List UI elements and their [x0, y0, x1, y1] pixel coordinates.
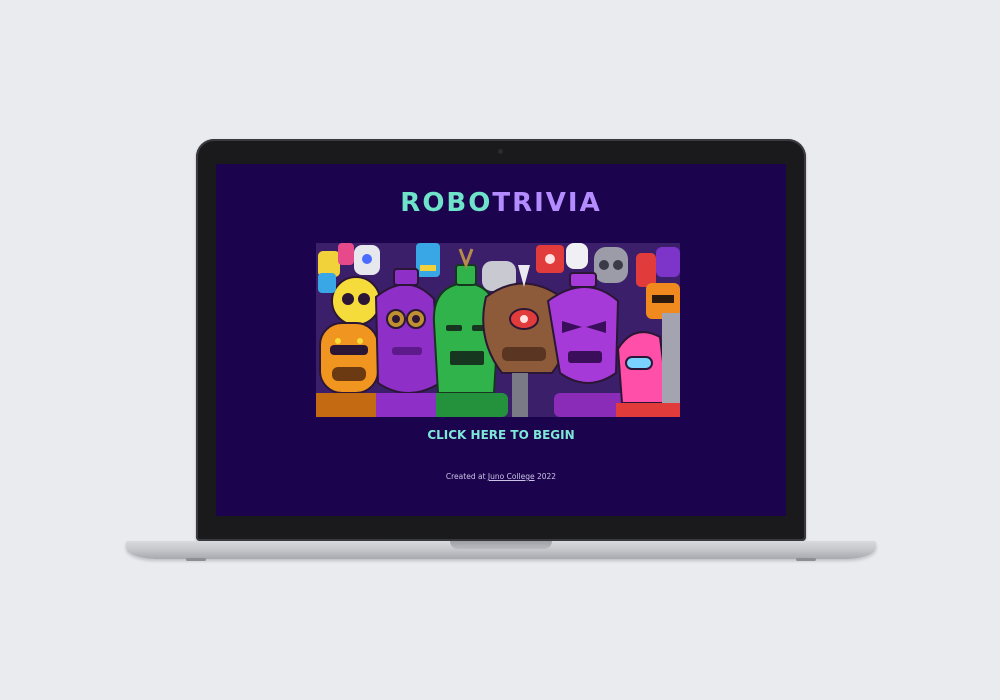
laptop-base	[126, 541, 876, 561]
page-title: ROBOTRIVIA	[216, 188, 786, 218]
footer-prefix: Created at	[445, 472, 488, 481]
title-part-robo: ROBO	[400, 188, 493, 218]
footer-suffix: 2022	[534, 472, 557, 481]
laptop-lid: ROBOTRIVIA CLICK HERE TO BEGIN Created a…	[196, 139, 806, 541]
camera-icon	[498, 149, 503, 154]
juno-college-link[interactable]: Juno College	[488, 472, 535, 481]
title-part-trivia: TRIVIA	[492, 188, 602, 218]
app-screen: ROBOTRIVIA CLICK HERE TO BEGIN Created a…	[216, 164, 786, 516]
robot-crowd-illustration	[316, 243, 680, 417]
credits-footer: Created at Juno College 2022	[216, 472, 786, 481]
laptop-notch	[450, 541, 552, 549]
laptop-foot	[186, 558, 206, 561]
begin-button[interactable]: CLICK HERE TO BEGIN	[216, 428, 786, 442]
laptop-foot	[796, 558, 816, 561]
laptop-mockup: ROBOTRIVIA CLICK HERE TO BEGIN Created a…	[0, 0, 1000, 700]
